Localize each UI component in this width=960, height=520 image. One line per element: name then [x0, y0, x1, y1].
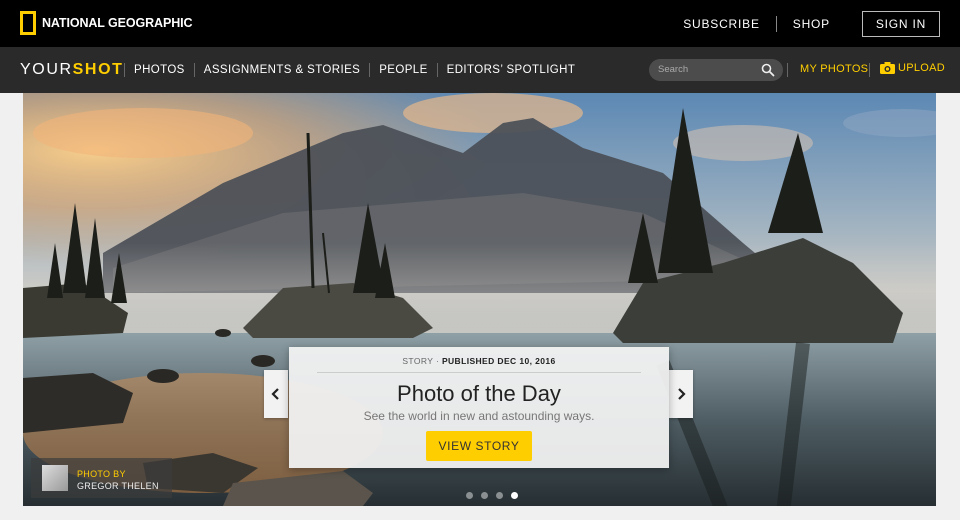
brand-part-b: SHOT [72, 61, 124, 78]
nav-bar: YOURSHOT PHOTOS ASSIGNMENTS & STORIES PE… [0, 47, 960, 93]
carousel-dot[interactable] [466, 492, 473, 499]
search-placeholder: Search [658, 64, 689, 75]
photographer-name: GREGOR THELEN [77, 481, 159, 491]
published-date: PUBLISHED DEC 10, 2016 [441, 356, 556, 366]
story-subtitle: See the world in new and astounding ways… [363, 409, 595, 423]
search-icon[interactable] [761, 63, 775, 77]
top-bar: NATIONAL GEOGRAPHIC SUBSCRIBE SHOP SIGN … [0, 0, 960, 47]
carousel-dot[interactable] [496, 492, 503, 499]
subscribe-link[interactable]: SUBSCRIBE [683, 17, 760, 31]
credit-label: PHOTO BY [77, 469, 126, 479]
upload-button[interactable]: UPLOAD [880, 62, 945, 74]
top-links: SUBSCRIBE SHOP SIGN IN [683, 0, 960, 47]
carousel-dot-active[interactable] [511, 492, 518, 499]
chevron-right-icon [678, 388, 686, 400]
carousel-dot[interactable] [481, 492, 488, 499]
divider [869, 63, 870, 77]
camera-icon [880, 62, 895, 74]
nav-item-photos[interactable]: PHOTOS [125, 64, 194, 76]
divider [775, 15, 777, 32]
nav-item-people[interactable]: PEOPLE [370, 64, 436, 76]
hero-carousel: STORY · PUBLISHED DEC 10, 2016 Photo of … [23, 93, 936, 506]
avatar [42, 465, 68, 491]
national-geographic-logo[interactable]: NATIONAL GEOGRAPHIC [20, 11, 193, 35]
photo-credit[interactable]: PHOTO BY GREGOR THELEN [31, 458, 172, 498]
shop-link[interactable]: SHOP [793, 17, 830, 31]
divider [787, 63, 788, 77]
your-shot-logo[interactable]: YOURSHOT [20, 61, 124, 79]
nav-menu: PHOTOS ASSIGNMENTS & STORIES PEOPLE EDIT… [124, 47, 584, 93]
my-photos-link[interactable]: MY PHOTOS [800, 63, 868, 75]
next-slide-button[interactable] [669, 370, 693, 418]
divider [317, 372, 641, 373]
chevron-left-icon [271, 388, 279, 400]
upload-label: UPLOAD [898, 62, 946, 74]
search-input[interactable]: Search [649, 59, 783, 81]
nav-item-editors-spotlight[interactable]: EDITORS’ SPOTLIGHT [438, 64, 585, 76]
yellow-border-icon [20, 11, 36, 35]
brand-part-a: YOUR [20, 61, 73, 78]
story-type: STORY [402, 356, 434, 366]
story-card: STORY · PUBLISHED DEC 10, 2016 Photo of … [289, 347, 669, 468]
story-meta: STORY · PUBLISHED DEC 10, 2016 [402, 356, 556, 366]
logo-text: NATIONAL GEOGRAPHIC [42, 16, 193, 30]
sign-in-button[interactable]: SIGN IN [862, 10, 940, 37]
view-story-button[interactable]: VIEW STORY [426, 431, 532, 461]
carousel-dots [466, 492, 526, 499]
prev-slide-button[interactable] [264, 370, 288, 418]
nav-item-assignments-stories[interactable]: ASSIGNMENTS & STORIES [195, 64, 369, 76]
story-title[interactable]: Photo of the Day [289, 381, 669, 407]
